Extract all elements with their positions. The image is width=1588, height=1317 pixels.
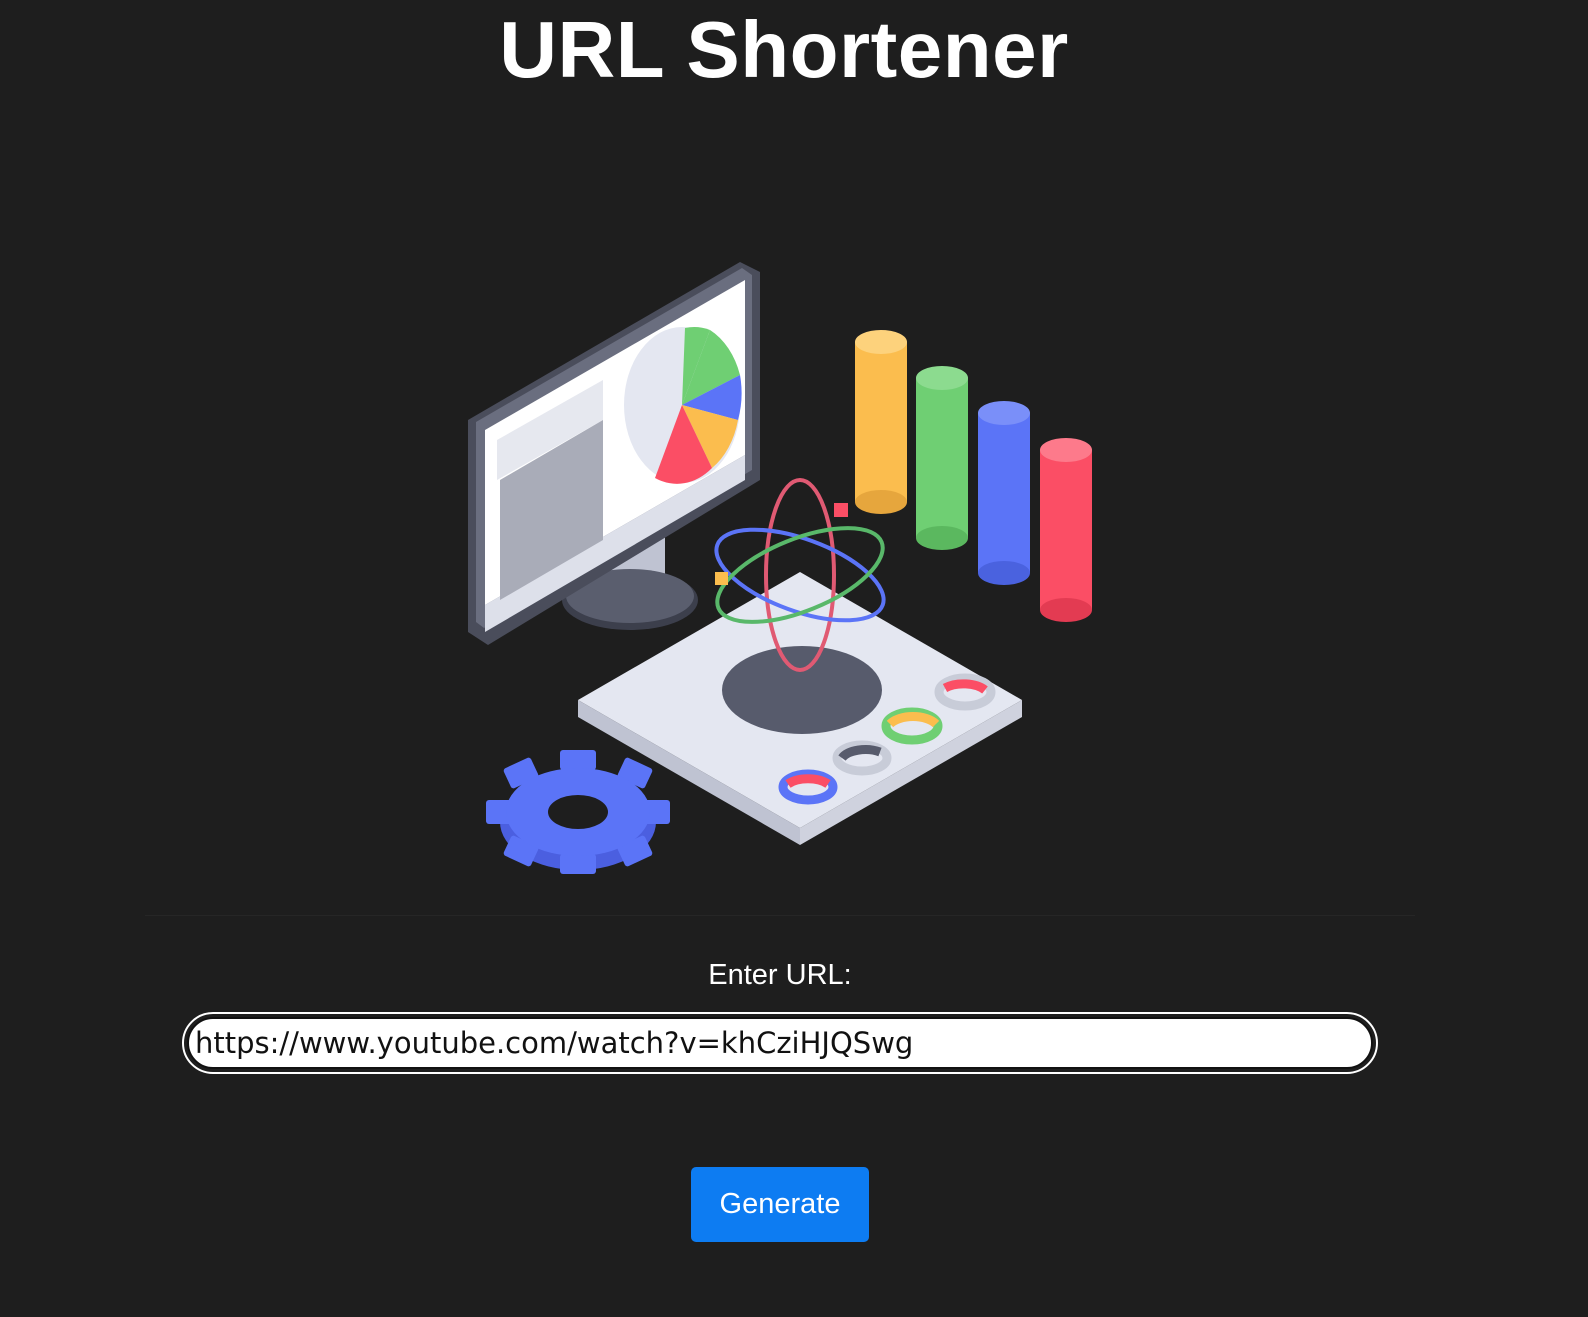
gear-icon	[486, 750, 670, 874]
url-label: Enter URL:	[708, 959, 852, 991]
page: URL Shortener Enter URL: https://www.you…	[0, 0, 1588, 1317]
analytics-illustration-svg	[468, 262, 1092, 874]
generate-button[interactable]: Generate	[691, 1167, 869, 1242]
divider	[145, 915, 1415, 916]
bar-cylinders	[855, 330, 1092, 622]
url-input-wrapper	[182, 1012, 1378, 1074]
url-input[interactable]	[187, 1017, 1373, 1069]
analytics-illustration	[440, 240, 1140, 900]
page-title: URL Shortener	[499, 5, 1069, 94]
